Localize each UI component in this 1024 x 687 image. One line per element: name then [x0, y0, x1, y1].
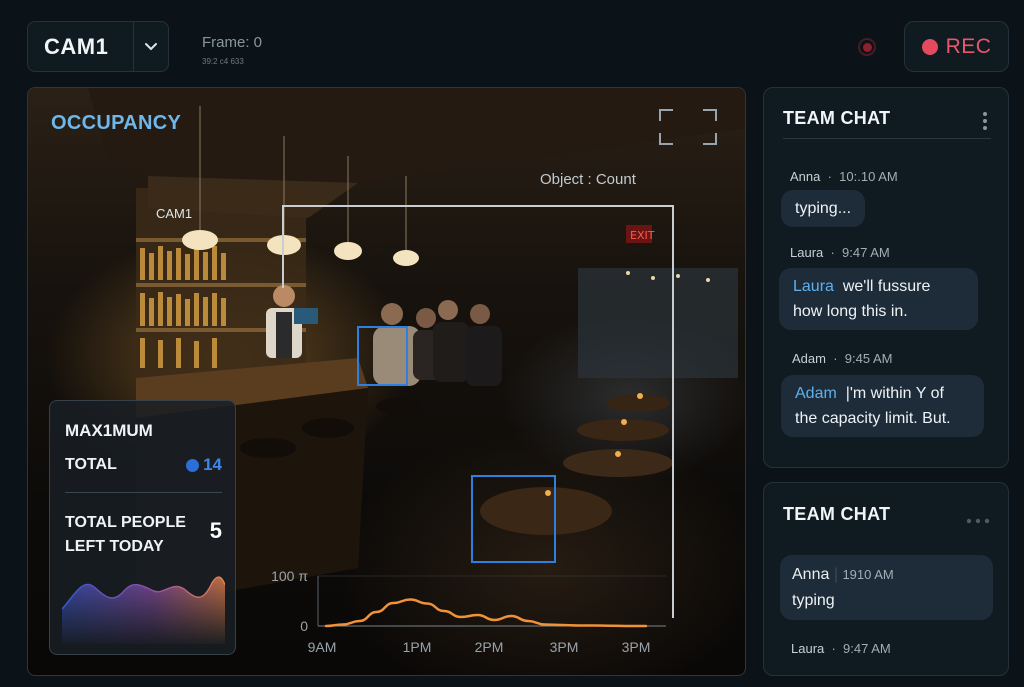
stats-divider	[65, 492, 222, 493]
occupancy-series-line	[324, 598, 648, 628]
message-meta: Laura · 9:47 AM	[791, 641, 891, 656]
chat-title: TEAM CHAT	[783, 504, 891, 524]
more-vertical-icon[interactable]	[982, 111, 988, 136]
chat-message[interactable]: typing...	[781, 190, 866, 227]
message-time: 9:47 AM	[842, 245, 890, 260]
x-tick-label: 2PM	[475, 639, 504, 655]
frame-counter: Frame: 0	[202, 34, 263, 51]
chat-message[interactable]: Anna | 1910 AM typing	[780, 555, 993, 620]
detection-box[interactable]	[471, 475, 556, 563]
chat-message[interactable]: Laura we'll fussure how long this in.	[779, 268, 978, 330]
more-horizontal-icon[interactable]	[966, 511, 990, 529]
people-left-label: TOTAL PEOPLE LEFT TODAY	[65, 514, 186, 555]
x-tick-label: 3PM	[622, 639, 651, 655]
message-mention: Adam	[795, 385, 837, 402]
message-author: Laura	[791, 641, 825, 656]
occupancy-sparkline	[62, 576, 225, 644]
object-count-label: Object : Count	[540, 171, 636, 188]
chat-message[interactable]: Adam |'m within Y of the capacity limit.…	[781, 375, 984, 437]
total-label: TOTAL	[65, 456, 117, 473]
chat-divider	[783, 138, 991, 139]
x-tick-label: 3PM	[550, 639, 579, 655]
svg-text:EXIT: EXIT	[630, 229, 655, 242]
x-tick-label: 1PM	[403, 639, 432, 655]
maximum-label: MAX1MUM	[65, 421, 153, 440]
people-left-value: 5	[209, 518, 222, 543]
frame-subtext: 39:2 c4 633	[202, 57, 244, 66]
message-text: typing...	[795, 200, 852, 217]
record-dot-icon	[921, 38, 938, 55]
record-label: REC	[945, 34, 992, 58]
occupancy-title: OCCUPANCY	[51, 112, 182, 134]
message-time: 10:.10 AM	[839, 169, 898, 184]
team-chat-panel-secondary: TEAM CHAT Anna | 1910 AM typing Laura · …	[763, 482, 1009, 676]
message-author: Adam	[792, 351, 826, 366]
detection-box[interactable]	[357, 326, 408, 386]
total-dot-icon	[186, 458, 200, 472]
camera-select-value: CAM1	[44, 33, 109, 59]
fullscreen-icon[interactable]	[659, 109, 717, 145]
message-meta: Laura · 9:47 AM	[790, 245, 890, 260]
message-mention: Laura	[793, 278, 834, 295]
camera-tag: CAM1	[156, 206, 193, 221]
total-number: 14	[203, 455, 222, 474]
message-author: Laura	[790, 245, 824, 260]
recording-indicator-icon	[858, 38, 876, 56]
message-author: Anna	[792, 566, 830, 583]
message-author: Anna	[790, 169, 821, 184]
camera-feed[interactable]: EXIT OCCUPANCY CAM1 Object: Count MAX1M…	[27, 87, 746, 676]
message-meta: Anna · 10:.10 AM	[790, 169, 898, 184]
occupancy-timeline-chart: 100 π 09AM 1PM 2PM 3PM 3PM	[271, 568, 666, 655]
message-time: 1910 AM	[842, 567, 894, 582]
y-tick-label: 0	[300, 618, 308, 634]
y-tick-label: 100 π	[271, 568, 308, 584]
x-tick-label: 9AM	[308, 639, 337, 655]
message-time: 9:47 AM	[843, 641, 891, 656]
total-value: 14	[186, 455, 222, 475]
team-chat-panel: TEAM CHAT Anna · 10:.10 AM typing... Lau…	[763, 87, 1009, 468]
camera-select[interactable]: CAM1	[27, 21, 169, 72]
chevron-down-icon[interactable]	[134, 42, 168, 51]
message-text: typing	[792, 592, 835, 609]
record-button[interactable]: REC	[904, 21, 1009, 72]
message-time: 9:45 AM	[844, 351, 893, 366]
occupancy-stats-card: MAX1MUM TOTAL 14 TOTAL PEOPLE LEFT TODAY…	[49, 400, 236, 655]
message-meta: Adam · 9:45 AM	[792, 351, 893, 366]
chat-title: TEAM CHAT	[783, 108, 891, 128]
